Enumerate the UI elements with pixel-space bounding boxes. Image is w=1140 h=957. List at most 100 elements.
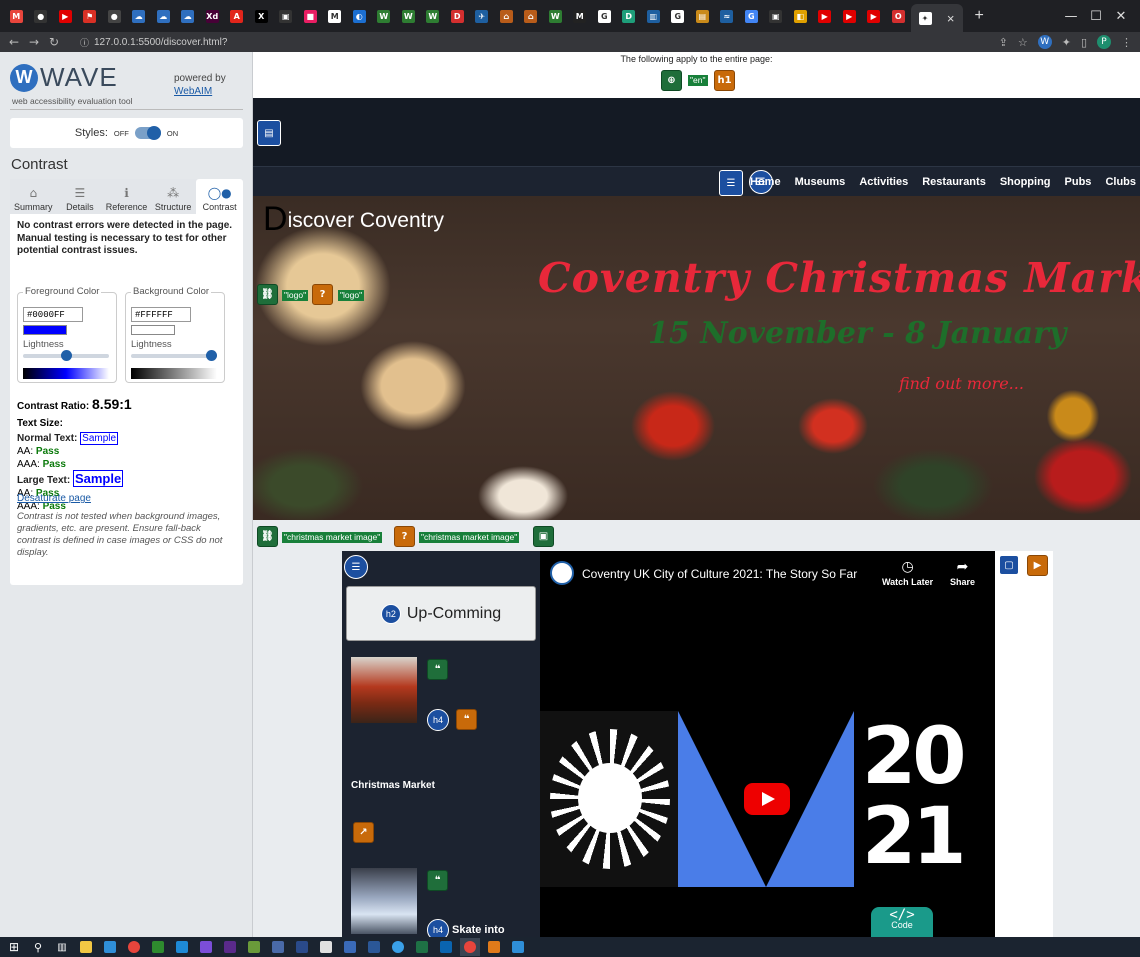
alt-text-icon[interactable]: ❝	[427, 870, 448, 891]
chrome-active-icon[interactable]	[460, 938, 480, 956]
nav-link-home[interactable]: Home	[750, 176, 781, 188]
tab-summary[interactable]: ⌂ Summary	[10, 179, 57, 214]
app-icon[interactable]	[484, 938, 504, 956]
browser-tab[interactable]: D	[617, 4, 642, 28]
background-lightness-slider[interactable]	[131, 350, 217, 361]
browser-tab[interactable]: ✈	[470, 4, 495, 28]
app-icon[interactable]	[292, 938, 312, 956]
list-icon[interactable]: ☰	[344, 555, 368, 579]
nav-link-museums[interactable]: Museums	[795, 176, 846, 188]
alt-text-icon[interactable]: ❝	[427, 659, 448, 680]
tab-contrast[interactable]: ◯● Contrast	[196, 179, 243, 214]
side-panel-icon[interactable]: ▯	[1081, 36, 1087, 49]
h2-icon[interactable]: h2	[380, 603, 401, 624]
vscode-icon[interactable]	[172, 938, 192, 956]
menu-icon[interactable]: ⋮	[1121, 36, 1132, 49]
suspicious-alt-icon[interactable]: ?	[312, 284, 333, 305]
wave-extension-icon[interactable]: W	[1037, 35, 1052, 49]
browser-tab[interactable]: ⌂	[519, 4, 544, 28]
h4-icon[interactable]: h4	[427, 709, 449, 731]
nav-region-icon[interactable]: ☰	[719, 170, 743, 196]
chrome-icon[interactable]	[124, 938, 144, 956]
new-tab-button[interactable]: +	[975, 7, 984, 25]
redundant-link-icon[interactable]: ↗	[353, 822, 374, 843]
mail-icon[interactable]	[100, 938, 120, 956]
outlook-icon[interactable]	[436, 938, 456, 956]
foreground-lightness-slider[interactable]	[23, 350, 109, 361]
word-icon[interactable]	[364, 938, 384, 956]
slider-handle[interactable]	[60, 350, 72, 361]
visual-studio-icon[interactable]	[196, 938, 216, 956]
browser-tab[interactable]: ●	[102, 4, 127, 28]
browser-tab[interactable]: ▤	[690, 4, 715, 28]
background-hex-input[interactable]: #FFFFFF	[131, 307, 191, 322]
nav-link-pubs[interactable]: Pubs	[1065, 176, 1092, 188]
figure-icon[interactable]: ▣	[533, 526, 554, 547]
browser-tab[interactable]: ▣	[764, 4, 789, 28]
nav-link-shopping[interactable]: Shopping	[1000, 176, 1051, 188]
active-browser-tab[interactable]: ✦ ×	[910, 4, 963, 32]
browser-tab[interactable]: ▶	[862, 4, 887, 28]
browser-tab[interactable]: ▥	[641, 4, 666, 28]
foreground-hex-input[interactable]: #0000FF	[23, 307, 83, 322]
styles-toggle[interactable]	[134, 126, 161, 140]
browser-tab[interactable]: ●	[29, 4, 54, 28]
bookmark-star-icon[interactable]: ☆	[1018, 36, 1028, 49]
app-icon[interactable]	[340, 938, 360, 956]
browser-tab[interactable]: Xd	[200, 4, 225, 28]
browser-tab[interactable]: X	[249, 4, 274, 28]
video-title[interactable]: Coventry UK City of Culture 2021: The St…	[582, 567, 857, 581]
tab-details[interactable]: ☰ Details	[57, 179, 104, 214]
search-icon[interactable]: ⚲	[28, 938, 48, 956]
notepad-icon[interactable]	[244, 938, 264, 956]
share-icon[interactable]: ⇪	[999, 36, 1008, 49]
browser-tab[interactable]: ▶	[837, 4, 862, 28]
browser-tab[interactable]: ☁	[127, 4, 152, 28]
code-badge[interactable]: </> Code	[871, 907, 933, 937]
browser-tab[interactable]: M	[568, 4, 593, 28]
play-button-icon[interactable]	[744, 783, 790, 815]
h1-alert-icon[interactable]: h1	[714, 70, 735, 91]
watch-later-button[interactable]: ◷ Watch Later	[882, 559, 933, 587]
close-window-button[interactable]: ✕	[1098, 0, 1140, 32]
browser-tab[interactable]: G	[592, 4, 617, 28]
tab-reference[interactable]: ℹ Reference	[103, 179, 150, 214]
app-icon[interactable]	[388, 938, 408, 956]
forward-icon[interactable]: →	[24, 35, 44, 49]
redundant-link-icon[interactable]: ❝	[456, 709, 477, 730]
linked-image-icon[interactable]: ⛓	[257, 284, 278, 305]
suspicious-alt-icon[interactable]: ?	[394, 526, 415, 547]
xbox-icon[interactable]	[148, 938, 168, 956]
h4-icon[interactable]: h4	[427, 919, 449, 937]
browser-tab[interactable]: W	[396, 4, 421, 28]
slider-handle[interactable]	[206, 350, 217, 361]
find-out-more-link[interactable]: find out more...	[899, 374, 1024, 393]
app-icon[interactable]	[220, 938, 240, 956]
extensions-icon[interactable]: ✦	[1062, 36, 1071, 49]
profile-avatar[interactable]: P	[1097, 35, 1111, 49]
browser-tab[interactable]: G	[666, 4, 691, 28]
app-icon[interactable]	[316, 938, 336, 956]
site-info-icon[interactable]: ⓘ	[80, 36, 89, 49]
file-explorer-icon[interactable]	[76, 938, 96, 956]
reload-icon[interactable]: ↻	[44, 35, 64, 49]
nav-link-clubs[interactable]: Clubs	[1105, 176, 1136, 188]
linked-image-icon[interactable]: ⛓	[257, 526, 278, 547]
task-view-icon[interactable]: ▥	[52, 938, 72, 956]
browser-tab[interactable]: W	[421, 4, 446, 28]
browser-tab[interactable]: W	[543, 4, 568, 28]
iframe-icon[interactable]: ▢	[999, 555, 1019, 575]
browser-tab[interactable]: M	[4, 4, 29, 28]
tab-structure[interactable]: ⁂ Structure	[150, 179, 197, 214]
skating-thumbnail[interactable]	[351, 868, 417, 934]
browser-tab[interactable]: A	[225, 4, 250, 28]
youtube-embed[interactable]: Coventry UK City of Culture 2021: The St…	[540, 551, 995, 937]
browser-tab[interactable]: ☁	[151, 4, 176, 28]
header-region-icon[interactable]: ▤	[257, 120, 281, 146]
app-icon[interactable]	[508, 938, 528, 956]
language-icon[interactable]: ⊕	[661, 70, 682, 91]
excel-icon[interactable]	[412, 938, 432, 956]
address-bar[interactable]: ⓘ 127.0.0.1:5500/discover.html?	[74, 33, 1004, 51]
browser-tab[interactable]: ◐	[347, 4, 372, 28]
browser-tab[interactable]: ▶	[53, 4, 78, 28]
